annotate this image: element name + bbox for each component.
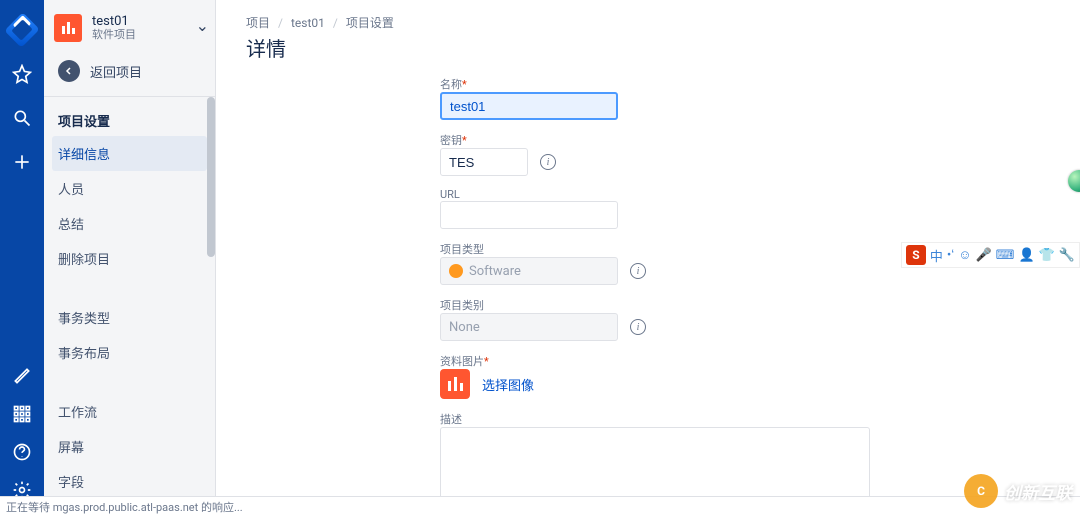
watermark: C 创新互联 [964,474,1072,508]
ime-language[interactable]: 中 [930,246,943,265]
breadcrumb-project[interactable]: test01 [291,16,325,30]
project-type-info-icon[interactable]: i [630,263,646,279]
field-label-avatar: 资料图片* [440,353,1080,369]
ime-tool-icon[interactable]: 🔧 [1059,248,1075,263]
notification-icon[interactable] [10,364,34,388]
watermark-logo-icon: C [964,474,998,508]
avatar-preview-icon [440,369,470,399]
ime-toolbar[interactable]: S 中 •ʻ ☺ 🎤 ⌨ 👤 👕 🔧 [901,242,1080,268]
sidebar-section-title: 项目设置 [44,97,215,136]
sidebar-item-summary[interactable]: 总结 [44,206,215,241]
ime-skin-icon[interactable]: 👕 [1039,248,1055,263]
project-name: test01 [92,15,136,29]
arrow-left-icon [58,60,80,82]
sidebar-item-workflows[interactable]: 工作流 [44,394,215,429]
global-nav-rail [0,0,44,514]
url-input[interactable] [440,201,618,229]
ime-user-icon[interactable]: 👤 [1018,248,1034,263]
browser-status-bar: 正在等待 mgas.prod.public.atl-paas.net 的响应..… [0,496,1080,514]
help-icon[interactable] [10,440,34,464]
breadcrumb-projects[interactable]: 项目 [246,14,270,31]
ime-punct-icon[interactable]: •ʻ [947,247,954,263]
back-to-project-button[interactable]: 返回项目 [44,48,215,96]
sidebar-item-screens[interactable]: 屏幕 [44,429,215,464]
ime-keyboard-icon[interactable]: ⌨ [996,248,1015,263]
breadcrumb-settings[interactable]: 项目设置 [346,14,394,31]
back-label: 返回项目 [90,62,142,81]
project-type: 软件项目 [92,29,136,41]
sogou-logo-icon[interactable]: S [906,245,926,265]
sidebar-item-issue-layout[interactable]: 事务布局 [44,335,215,370]
project-type-field: Software [440,257,618,285]
apps-icon[interactable] [10,402,34,426]
sidebar-item-issue-types[interactable]: 事务类型 [44,300,215,335]
project-category-field[interactable]: None [440,313,618,341]
software-type-icon [449,264,463,278]
app-logo-icon[interactable] [10,18,34,42]
ime-emoji-icon[interactable]: ☺ [958,247,971,263]
search-icon[interactable] [10,106,34,130]
create-icon[interactable] [10,150,34,174]
chevron-down-icon[interactable]: ⌄ [196,16,209,35]
field-label-name: 名称* [440,76,1080,92]
sidebar-item-delete-project[interactable]: 删除项目 [44,241,215,276]
page-title: 详情 [216,33,1080,76]
project-avatar-icon [54,14,82,42]
project-header[interactable]: test01 软件项目 ⌄ [44,0,215,48]
breadcrumb: 项目 / test01 / 项目设置 [216,0,1080,33]
field-label-key: 密钥* [440,132,1080,148]
field-label-project-category: 项目类别 [440,297,1080,313]
field-label-url: URL [440,188,1080,201]
star-icon[interactable] [10,62,34,86]
ime-voice-icon[interactable]: 🎤 [975,248,991,263]
project-sidebar: test01 软件项目 ⌄ 返回项目 项目设置 详细信息 人员 总结 删除项目 … [44,0,216,514]
project-category-info-icon[interactable]: i [630,319,646,335]
sidebar-item-details[interactable]: 详细信息 [52,136,207,171]
sidebar-item-people[interactable]: 人员 [44,171,215,206]
sidebar-scrollbar[interactable] [207,97,215,257]
key-info-icon[interactable]: i [540,154,556,170]
key-input[interactable] [440,148,528,176]
choose-image-button[interactable]: 选择图像 [482,375,534,394]
watermark-text: 创新互联 [1004,479,1072,504]
sidebar-item-fields[interactable]: 字段 [44,464,215,499]
field-label-description: 描述 [440,411,1080,427]
name-input[interactable] [440,92,618,120]
